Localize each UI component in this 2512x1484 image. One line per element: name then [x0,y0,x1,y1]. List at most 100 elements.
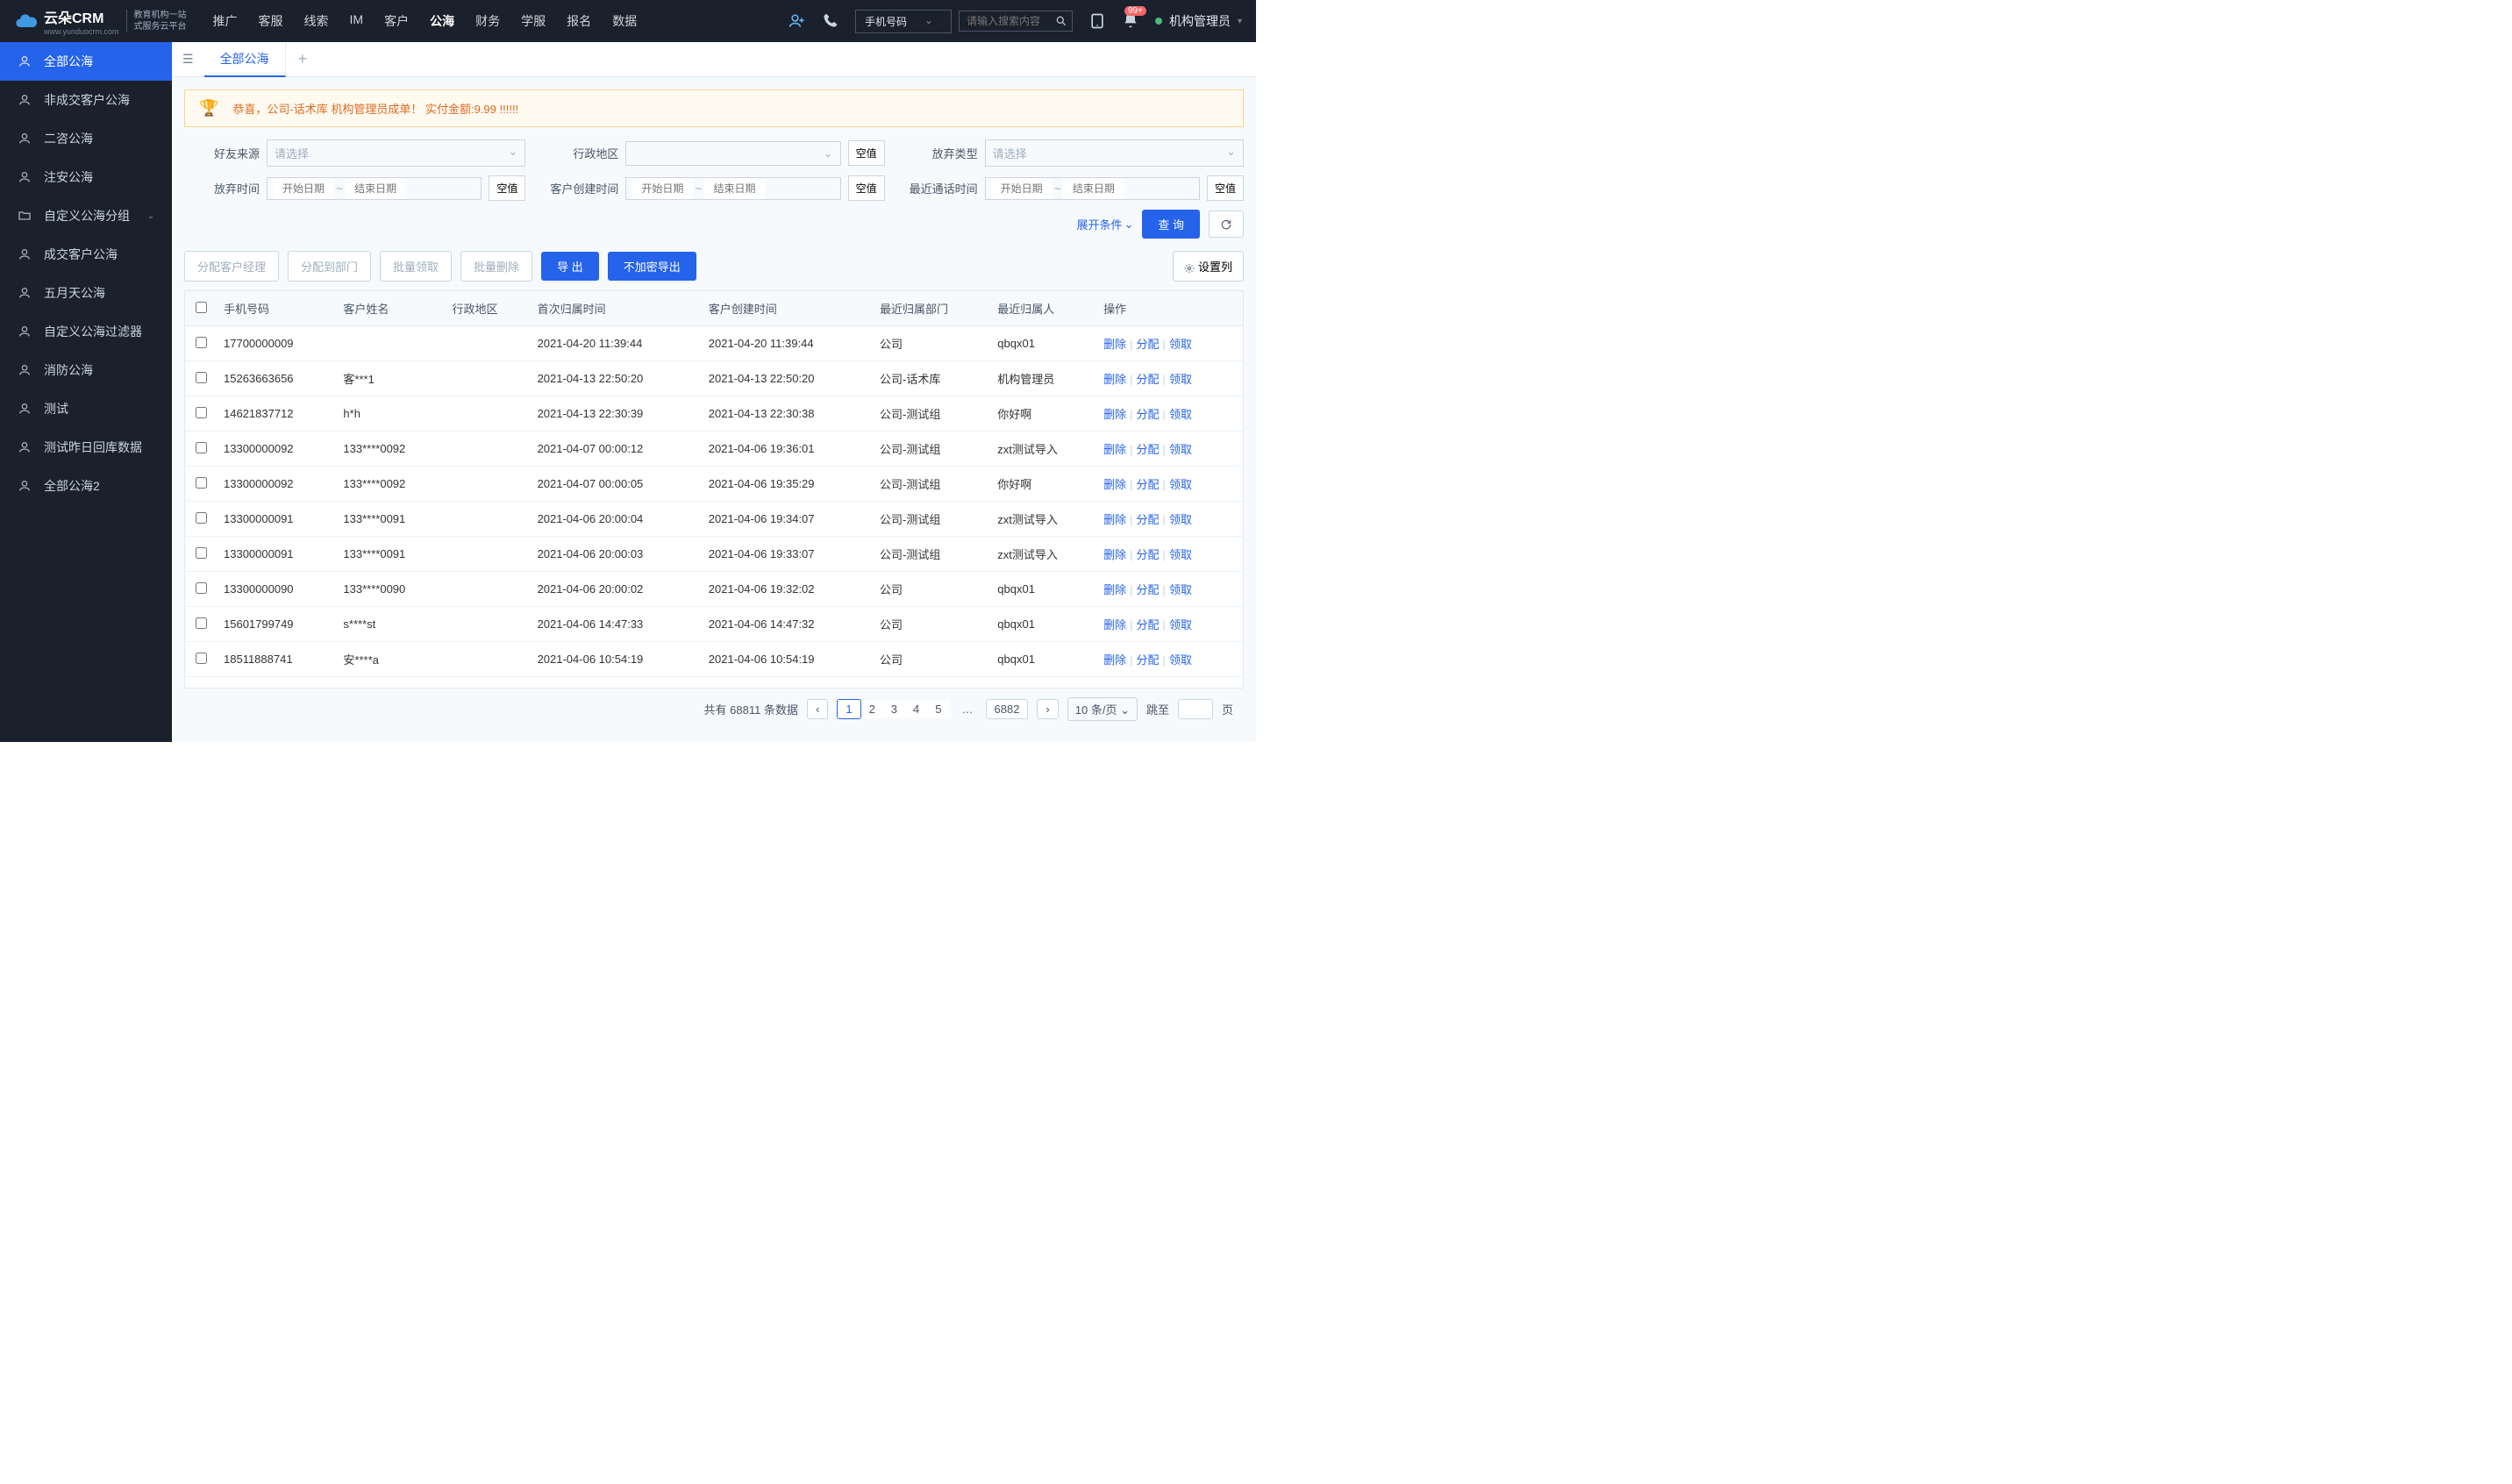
row-assign-link[interactable]: 分配 [1137,478,1160,491]
call-time-empty-button[interactable]: 空值 [1207,175,1244,201]
row-assign-link[interactable]: 分配 [1137,583,1160,596]
row-checkbox[interactable] [196,442,207,453]
export-plain-button[interactable]: 不加密导出 [608,252,696,281]
page-jump-input[interactable] [1178,699,1213,719]
batch-claim-button[interactable]: 批量领取 [380,251,452,282]
row-checkbox[interactable] [196,337,207,348]
row-delete-link[interactable]: 删除 [1103,653,1126,667]
per-page-select[interactable]: 10 条/页 ⌄ [1067,697,1138,721]
row-delete-link[interactable]: 删除 [1103,373,1126,386]
page-number[interactable]: 4 [905,700,927,718]
abandon-end-input[interactable] [345,178,406,199]
row-delete-link[interactable]: 删除 [1103,548,1126,561]
assign-manager-button[interactable]: 分配客户经理 [184,251,279,282]
row-assign-link[interactable]: 分配 [1137,653,1160,667]
row-claim-link[interactable]: 领取 [1169,373,1192,386]
page-number[interactable]: 1 [837,699,860,719]
tablet-icon[interactable] [1088,12,1106,30]
nav-item-6[interactable]: 财务 [475,9,500,33]
row-checkbox[interactable] [196,547,207,559]
create-time-range[interactable]: ~ [625,177,840,200]
row-checkbox[interactable] [196,407,207,418]
row-checkbox[interactable] [196,372,207,383]
page-number[interactable]: 3 [883,700,905,718]
row-checkbox[interactable] [196,653,207,664]
abandon-time-range[interactable]: ~ [267,177,482,200]
sidebar-item-0[interactable]: 全部公海 [0,42,172,81]
row-claim-link[interactable]: 领取 [1169,408,1192,421]
set-columns-button[interactable]: 设置列 [1173,251,1244,282]
row-assign-link[interactable]: 分配 [1137,338,1160,351]
row-assign-link[interactable]: 分配 [1137,443,1160,456]
sidebar-item-11[interactable]: 全部公海2 [0,467,172,505]
page-number[interactable]: 2 [861,700,883,718]
add-user-icon[interactable] [789,12,806,30]
row-assign-link[interactable]: 分配 [1137,513,1160,526]
abandon-start-input[interactable] [273,178,334,199]
nav-item-5[interactable]: 公海 [430,9,454,33]
sidebar-item-3[interactable]: 注安公海 [0,158,172,196]
row-delete-link[interactable]: 删除 [1103,618,1126,631]
tab-all-sea[interactable]: 全部公海 [204,43,286,77]
call-start-input[interactable] [991,178,1053,199]
sidebar-item-8[interactable]: 消防公海 [0,351,172,389]
call-time-range[interactable]: ~ [985,177,1200,200]
row-delete-link[interactable]: 删除 [1103,583,1126,596]
row-claim-link[interactable]: 领取 [1169,513,1192,526]
create-time-empty-button[interactable]: 空值 [848,175,885,201]
row-claim-link[interactable]: 领取 [1169,548,1192,561]
row-delete-link[interactable]: 删除 [1103,338,1126,351]
sidebar-item-10[interactable]: 测试昨日回库数据 [0,428,172,467]
nav-item-2[interactable]: 线索 [304,9,329,33]
sidebar-item-4[interactable]: 自定义公海分组⌄ [0,196,172,235]
user-menu[interactable]: 机构管理员 ▾ [1155,12,1242,30]
create-start-input[interactable] [632,178,693,199]
page-last[interactable]: 6882 [986,699,1029,719]
notification-bell[interactable]: 99+ [1122,11,1139,32]
sidebar-item-7[interactable]: 自定义公海过滤器 [0,312,172,351]
abandon-type-select[interactable]: 请选择⌄ [985,139,1244,167]
row-claim-link[interactable]: 领取 [1169,443,1192,456]
region-select[interactable]: ⌄ [625,141,840,166]
select-all-checkbox[interactable] [196,302,207,313]
sidebar-item-9[interactable]: 测试 [0,389,172,428]
nav-item-8[interactable]: 报名 [567,9,591,33]
batch-delete-button[interactable]: 批量删除 [460,251,532,282]
page-prev[interactable]: ‹ [807,699,828,719]
row-delete-link[interactable]: 删除 [1103,443,1126,456]
row-assign-link[interactable]: 分配 [1137,618,1160,631]
row-delete-link[interactable]: 删除 [1103,478,1126,491]
row-assign-link[interactable]: 分配 [1137,373,1160,386]
row-checkbox[interactable] [196,582,207,594]
search-icon[interactable] [1055,15,1067,27]
sidebar-item-5[interactable]: 成交客户公海 [0,235,172,274]
nav-item-3[interactable]: IM [350,9,364,33]
nav-item-9[interactable]: 数据 [612,9,637,33]
row-assign-link[interactable]: 分配 [1137,548,1160,561]
abandon-time-empty-button[interactable]: 空值 [489,175,525,201]
row-claim-link[interactable]: 领取 [1169,618,1192,631]
assign-dept-button[interactable]: 分配到部门 [288,251,371,282]
friend-source-select[interactable]: 请选择⌄ [267,139,525,167]
row-checkbox[interactable] [196,617,207,629]
nav-item-0[interactable]: 推广 [213,9,238,33]
nav-item-7[interactable]: 学服 [521,9,546,33]
row-delete-link[interactable]: 删除 [1103,513,1126,526]
nav-item-4[interactable]: 客户 [384,9,409,33]
call-end-input[interactable] [1063,178,1124,199]
refresh-button[interactable] [1209,210,1244,239]
search-type-select[interactable]: 手机号码 ⌄ [855,10,952,33]
expand-filters-link[interactable]: 展开条件 ⌄ [1076,216,1133,232]
row-claim-link[interactable]: 领取 [1169,478,1192,491]
logo[interactable]: 云朵CRM www.yunduocrm.com 教育机构一站 式服务云平台 [14,6,187,36]
row-delete-link[interactable]: 删除 [1103,408,1126,421]
sidebar-item-2[interactable]: 二咨公海 [0,119,172,158]
export-button[interactable]: 导 出 [541,252,599,281]
row-checkbox[interactable] [196,512,207,524]
nav-item-1[interactable]: 客服 [259,9,283,33]
row-claim-link[interactable]: 领取 [1169,653,1192,667]
row-assign-link[interactable]: 分配 [1137,408,1160,421]
page-next[interactable]: › [1037,699,1058,719]
sidebar-item-6[interactable]: 五月天公海 [0,274,172,312]
row-checkbox[interactable] [196,477,207,489]
